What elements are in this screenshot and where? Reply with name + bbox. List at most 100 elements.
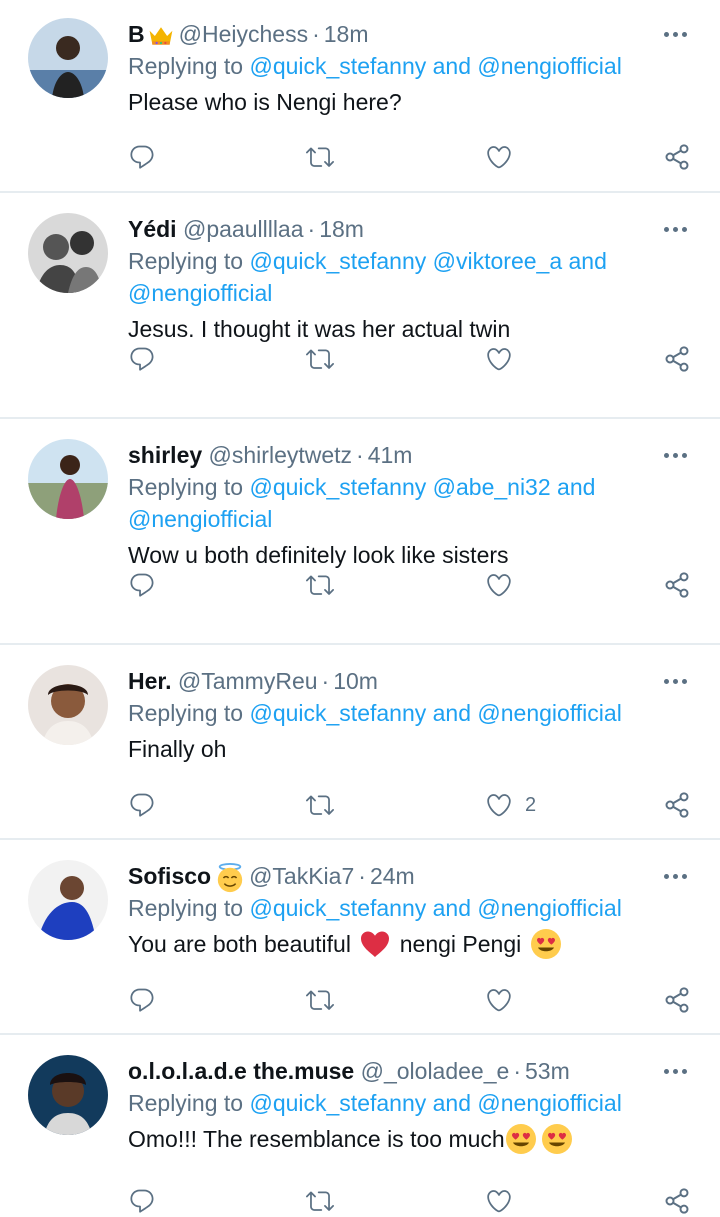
- share-button[interactable]: [663, 141, 691, 173]
- retweet-button[interactable]: [306, 789, 334, 821]
- replying-label: Replying to: [128, 248, 244, 274]
- mention-link[interactable]: @quick_stefanny: [249, 700, 426, 726]
- reply-button[interactable]: [128, 984, 156, 1016]
- like-button[interactable]: [485, 569, 513, 601]
- tweet-header: B @Heiychess · 18m: [128, 18, 692, 50]
- mention-link[interactable]: @viktoree_a: [433, 248, 562, 274]
- mention-conjunction: and: [432, 895, 472, 921]
- heart-eyes-emoji: [530, 928, 562, 960]
- user-handle[interactable]: @shirleytwetz: [209, 442, 353, 468]
- display-name[interactable]: Her.: [128, 668, 171, 694]
- tweet-text-part: nengi Pengi: [399, 931, 522, 957]
- retweet-button[interactable]: [306, 569, 334, 601]
- user-handle[interactable]: @TammyReu: [178, 668, 318, 694]
- retweet-button[interactable]: [306, 141, 334, 173]
- like-icon: [485, 986, 513, 1014]
- more-icon[interactable]: [664, 18, 692, 50]
- mention-link[interactable]: @abe_ni32: [433, 474, 551, 500]
- tweet-card[interactable]: shirley @shirleytwetz · 41m Replying to @q…: [0, 419, 720, 645]
- avatar[interactable]: [28, 665, 108, 745]
- user-handle[interactable]: @paaullllaa: [183, 216, 304, 242]
- mention-link[interactable]: @nengiofficial: [128, 280, 272, 306]
- reply-icon: [128, 143, 156, 171]
- more-icon[interactable]: [664, 1055, 692, 1087]
- timestamp[interactable]: 53m: [525, 1058, 570, 1084]
- share-icon: [663, 571, 691, 599]
- retweet-icon: [306, 791, 334, 819]
- tweet-text: Finally oh: [128, 736, 227, 762]
- timestamp[interactable]: 24m: [370, 863, 415, 889]
- timestamp[interactable]: 10m: [333, 668, 378, 694]
- avatar[interactable]: [28, 1055, 108, 1135]
- display-name[interactable]: shirley: [128, 442, 202, 468]
- mention-link[interactable]: @quick_stefanny: [249, 1090, 426, 1116]
- share-icon: [663, 791, 691, 819]
- more-icon[interactable]: [664, 439, 692, 471]
- like-button[interactable]: [485, 343, 513, 375]
- user-handle[interactable]: @_ololadee_e: [361, 1058, 510, 1084]
- tweet-card[interactable]: B @Heiychess · 18m Replying to @quick_stefa…: [0, 0, 720, 193]
- retweet-button[interactable]: [306, 984, 334, 1016]
- share-icon: [663, 986, 691, 1014]
- mention-link[interactable]: @nengiofficial: [477, 700, 621, 726]
- avatar[interactable]: [28, 18, 108, 98]
- like-button[interactable]: 2: [485, 789, 536, 821]
- mention-link[interactable]: @quick_stefanny: [249, 53, 426, 79]
- tweet-text-part: Omo!!! The resemblance is too much: [128, 1126, 505, 1152]
- tweet-text: Jesus. I thought it was her actual twin: [128, 316, 511, 342]
- mention-link[interactable]: @quick_stefanny: [249, 474, 426, 500]
- replying-to: Replying to @quick_stefanny and @nengiof…: [128, 697, 692, 729]
- tweet-header: Her. @TammyReu · 10m: [128, 665, 692, 697]
- reply-button[interactable]: [128, 343, 156, 375]
- mention-link[interactable]: @nengiofficial: [477, 53, 621, 79]
- like-button[interactable]: [485, 1185, 513, 1217]
- tweet-card[interactable]: Her. @TammyReu · 10m Replying to @quick_st…: [0, 645, 720, 840]
- like-button[interactable]: [485, 984, 513, 1016]
- share-button[interactable]: [663, 1185, 691, 1217]
- tweet-card[interactable]: Sofisco @TakKia7 · 24m Replying to @quick_s…: [0, 840, 720, 1035]
- retweet-button[interactable]: [306, 1185, 334, 1217]
- mention-link[interactable]: @nengiofficial: [477, 895, 621, 921]
- like-button[interactable]: [485, 141, 513, 173]
- reply-icon: [128, 791, 156, 819]
- timestamp[interactable]: 18m: [324, 21, 369, 47]
- display-name[interactable]: Yédi: [128, 216, 177, 242]
- like-icon: [485, 571, 513, 599]
- avatar[interactable]: [28, 860, 108, 940]
- share-button[interactable]: [663, 343, 691, 375]
- avatar[interactable]: [28, 439, 108, 519]
- replying-label: Replying to: [128, 895, 244, 921]
- tweet-card[interactable]: Yédi @paaullllaa · 18m Replying to @quick_…: [0, 193, 720, 419]
- reply-button[interactable]: [128, 569, 156, 601]
- timestamp[interactable]: 41m: [368, 442, 413, 468]
- more-icon[interactable]: [664, 860, 692, 892]
- display-name[interactable]: o.l.o.l.a.d.e the.muse: [128, 1058, 354, 1084]
- avatar[interactable]: [28, 213, 108, 293]
- tweet-card[interactable]: o.l.o.l.a.d.e the.muse @_ololadee_e · 53m …: [0, 1035, 720, 1196]
- retweet-icon: [306, 345, 334, 373]
- replying-label: Replying to: [128, 474, 244, 500]
- tweet-header: Yédi @paaullllaa · 18m: [128, 213, 692, 245]
- like-icon: [485, 791, 513, 819]
- reply-button[interactable]: [128, 789, 156, 821]
- share-button[interactable]: [663, 984, 691, 1016]
- reply-button[interactable]: [128, 1185, 156, 1217]
- user-handle[interactable]: @Heiychess: [179, 21, 308, 47]
- tweet-header: o.l.o.l.a.d.e the.muse @_ololadee_e · 53m: [128, 1055, 692, 1087]
- mention-link[interactable]: @quick_stefanny: [249, 248, 426, 274]
- share-button[interactable]: [663, 789, 691, 821]
- reply-button[interactable]: [128, 141, 156, 173]
- mention-link[interactable]: @quick_stefanny: [249, 895, 426, 921]
- mention-link[interactable]: @nengiofficial: [128, 506, 272, 532]
- more-icon[interactable]: [664, 213, 692, 245]
- mention-link[interactable]: @nengiofficial: [477, 1090, 621, 1116]
- display-name[interactable]: B: [128, 21, 145, 47]
- share-button[interactable]: [663, 569, 691, 601]
- user-handle[interactable]: @TakKia7: [249, 863, 354, 889]
- more-icon[interactable]: [664, 665, 692, 697]
- retweet-button[interactable]: [306, 343, 334, 375]
- tweet-text: You are both beautiful nengi Pengi: [128, 928, 692, 960]
- replying-to: Replying to @quick_stefanny and @nengiof…: [128, 1087, 692, 1119]
- timestamp[interactable]: 18m: [319, 216, 364, 242]
- display-name[interactable]: Sofisco: [128, 863, 211, 889]
